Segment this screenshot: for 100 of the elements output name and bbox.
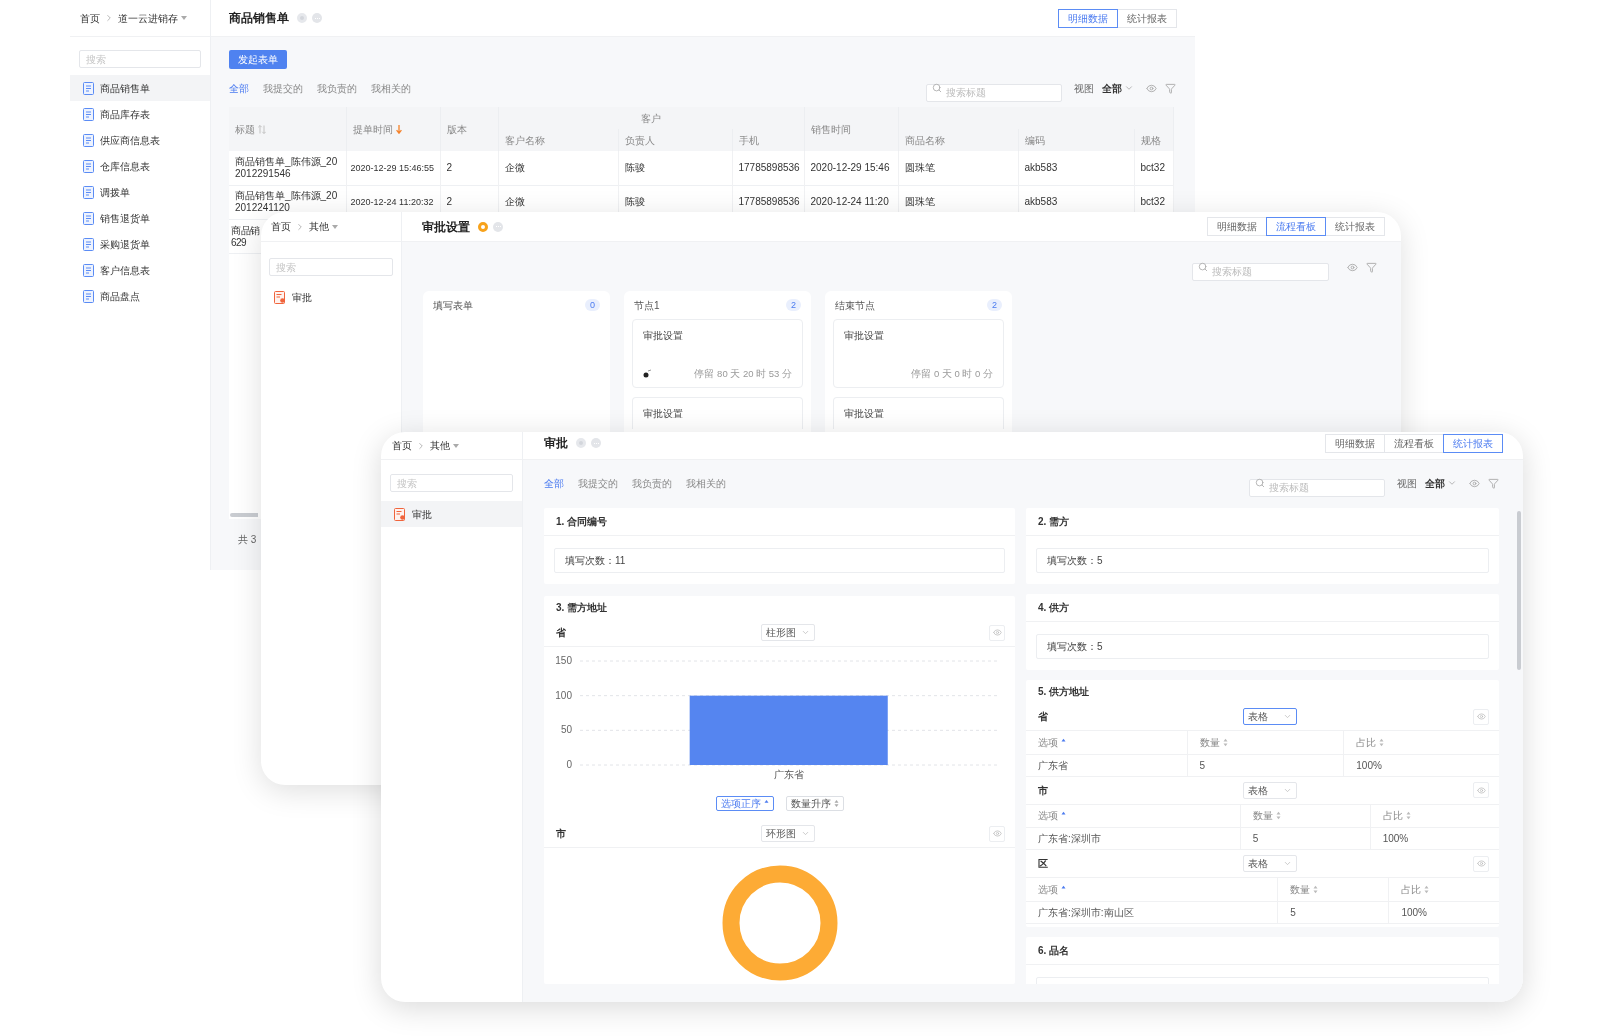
sort-order-button[interactable]: 选项正序: [715, 795, 774, 811]
sidebar-item[interactable]: 商品销售单: [70, 75, 210, 101]
table-cell: 5: [1252, 833, 1259, 844]
visibility-button[interactable]: [989, 825, 1005, 842]
task-card[interactable]: 审批设置: [632, 397, 803, 429]
breadcrumb-link[interactable]: 首页: [271, 219, 291, 234]
table-cell-text: bct32: [1140, 196, 1166, 208]
scrollbar-thumb[interactable]: [230, 513, 258, 517]
type-select[interactable]: 环形图: [761, 825, 815, 842]
eye-icon[interactable]: [1347, 261, 1358, 273]
chevron-down-icon: [1283, 859, 1292, 868]
chevron-right-icon: [295, 221, 305, 232]
create-form-button[interactable]: 发起表单: [229, 50, 287, 69]
column-header[interactable]: 规格: [1134, 129, 1173, 151]
task-card[interactable]: 审批设置 停留 0 天 0 时 0 分: [833, 319, 1004, 388]
card-title: 审批设置: [643, 329, 683, 343]
breadcrumb-link[interactable]: 首页: [80, 10, 100, 26]
task-card[interactable]: 审批设置 停留 80 天 20 时 53 分: [632, 319, 803, 388]
view-dropdown[interactable]: 全部: [1102, 80, 1134, 96]
column-header[interactable]: 手机: [732, 129, 804, 151]
sort-descending-icon[interactable]: [395, 124, 402, 134]
column-header[interactable]: 销售时间: [810, 121, 851, 137]
type-select[interactable]: 表格: [1243, 781, 1297, 799]
search-field[interactable]: 搜索标题: [1192, 262, 1329, 281]
view-tab[interactable]: 流程看板: [1266, 217, 1326, 236]
sort-icon[interactable]: [1424, 884, 1430, 894]
eye-icon[interactable]: [1146, 82, 1157, 94]
view-tab[interactable]: 统计报表: [1443, 434, 1503, 453]
more-icon[interactable]: [591, 438, 601, 448]
more-icon[interactable]: [493, 221, 503, 232]
task-card[interactable]: 审批设置: [833, 397, 1004, 429]
sort-icon[interactable]: [1379, 737, 1385, 747]
sort-icon[interactable]: [1405, 811, 1411, 821]
filter-tab[interactable]: 我提交的: [263, 80, 303, 96]
breadcrumb-dropdown[interactable]: 其他: [430, 438, 459, 453]
search-field[interactable]: 搜索标题: [926, 83, 1062, 102]
column-header[interactable]: 占比: [1401, 881, 1430, 897]
filter-tab[interactable]: 全部: [544, 475, 564, 491]
sort-icon[interactable]: [258, 124, 266, 134]
chevron-down-icon: [801, 628, 810, 637]
search-field[interactable]: 搜索标题: [1249, 478, 1385, 497]
filter-tab[interactable]: 我提交的: [578, 475, 618, 491]
eye-icon: [992, 628, 1002, 637]
column-header[interactable]: 选项: [1038, 808, 1066, 824]
column-header[interactable]: 版本: [446, 121, 467, 137]
chevron-down-icon: [1283, 712, 1292, 721]
table-cell-text: 2020-12-24 11:20:32: [350, 196, 435, 208]
column-header[interactable]: 数量: [1252, 808, 1281, 824]
filter-icon[interactable]: [1488, 477, 1499, 489]
view-tab[interactable]: 流程看板: [1384, 434, 1444, 453]
table-cell-text: 2020-12-24 11:20: [810, 196, 890, 208]
column-header[interactable]: 编码: [1018, 129, 1134, 151]
visibility-button[interactable]: [989, 624, 1005, 641]
visibility-button[interactable]: [1473, 855, 1489, 872]
column-header[interactable]: 标题: [235, 121, 255, 137]
view-tab[interactable]: 明细数据: [1207, 217, 1267, 236]
more-icon[interactable]: [312, 13, 322, 23]
view-tab[interactable]: 统计报表: [1117, 8, 1177, 28]
type-select[interactable]: 柱形图: [761, 624, 815, 641]
table-cell-text: 企微: [504, 161, 526, 174]
table-cell: 100%: [1382, 833, 1409, 844]
sort-icon[interactable]: [1222, 737, 1228, 747]
filter-tab[interactable]: 我相关的: [686, 475, 726, 491]
column-header[interactable]: 数量: [1290, 881, 1319, 897]
filter-icon[interactable]: [1366, 261, 1377, 273]
sort-order-button[interactable]: 数量升序: [785, 795, 844, 811]
column-header[interactable]: 占比: [1382, 808, 1411, 824]
sidebar-item[interactable]: 审批: [381, 501, 522, 527]
document-icon: [83, 289, 94, 303]
breadcrumb-dropdown[interactable]: 道一云进销存: [118, 10, 187, 26]
filter-tab[interactable]: 全部: [229, 80, 249, 96]
view-dropdown[interactable]: 全部: [1425, 475, 1457, 491]
scrollbar-thumb[interactable]: [1517, 511, 1521, 670]
view-tab[interactable]: 统计报表: [1325, 217, 1385, 236]
table-cell-text: 2: [446, 196, 454, 208]
filter-tab[interactable]: 我相关的: [371, 80, 411, 96]
filter-tab[interactable]: 我负责的: [632, 475, 672, 491]
chevron-down-icon: [1124, 83, 1134, 93]
filter-icon[interactable]: [1165, 82, 1176, 94]
view-tab[interactable]: 明细数据: [1058, 8, 1118, 28]
column-header[interactable]: 负责人: [618, 129, 732, 151]
breadcrumb-dropdown[interactable]: 其他: [309, 219, 338, 234]
visibility-button[interactable]: [1473, 708, 1489, 725]
column-header[interactable]: 选项: [1038, 734, 1066, 750]
breadcrumb-link[interactable]: 首页: [392, 438, 412, 453]
duration-text: 停留 80 天 20 时 53 分: [694, 366, 792, 381]
sort-icon[interactable]: [1313, 884, 1319, 894]
column-header[interactable]: 商品名称: [898, 129, 1018, 151]
type-select[interactable]: 表格: [1243, 708, 1297, 725]
filter-tab[interactable]: 我负责的: [317, 80, 357, 96]
visibility-button[interactable]: [1473, 782, 1489, 798]
column-header[interactable]: 占比: [1356, 734, 1385, 750]
type-select[interactable]: 表格: [1243, 855, 1297, 872]
eye-icon[interactable]: [1469, 477, 1480, 489]
view-tab[interactable]: 明细数据: [1325, 434, 1385, 453]
column-header[interactable]: 选项: [1038, 881, 1066, 897]
sort-icon[interactable]: [1275, 811, 1281, 821]
column-header[interactable]: 提单时间: [352, 121, 393, 137]
column-header[interactable]: 客户名称: [498, 129, 618, 151]
column-header[interactable]: 数量: [1199, 734, 1228, 750]
